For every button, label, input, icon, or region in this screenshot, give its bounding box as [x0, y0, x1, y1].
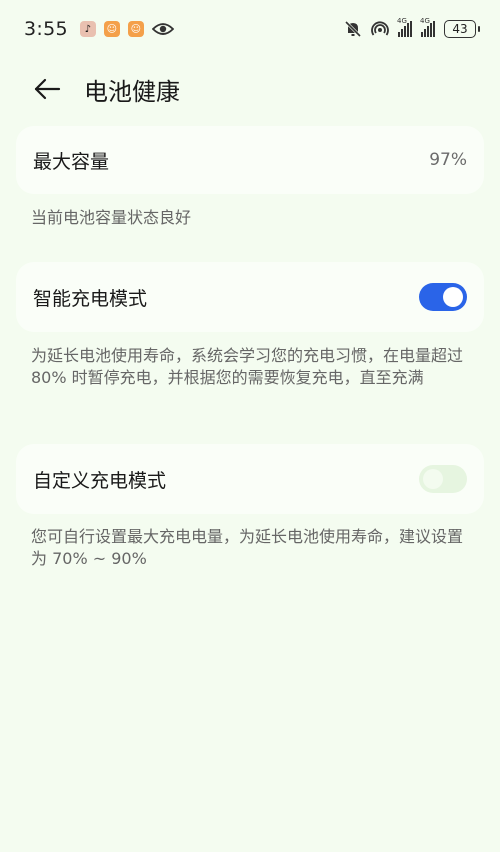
status-bar: 3:55 ♪ ☺ ☺ 4G 4G 43: [0, 0, 500, 58]
signal-1-label: 4G: [397, 17, 407, 25]
app-notification-icon-2: ☺: [127, 21, 144, 37]
tiktok-app-icon: ♪: [79, 21, 96, 37]
status-time: 3:55: [24, 18, 68, 40]
max-capacity-card: 最大容量 97%: [16, 126, 484, 194]
mute-bell-icon: [344, 20, 362, 38]
signal-2-label: 4G: [420, 17, 430, 25]
notification-icons: ♪ ☺ ☺: [79, 21, 174, 37]
smart-charging-toggle[interactable]: [419, 283, 467, 311]
app-notification-icon: ☺: [103, 21, 120, 37]
smart-charging-card[interactable]: 智能充电模式: [16, 262, 484, 332]
custom-charging-label: 自定义充电模式: [33, 469, 167, 492]
toggle-knob: [443, 287, 463, 307]
eye-icon: [151, 23, 174, 35]
battery-icon: 43: [444, 20, 480, 38]
smart-charging-label: 智能充电模式: [33, 287, 148, 310]
status-right: 4G 4G 43: [344, 17, 480, 38]
back-button[interactable]: [30, 72, 64, 106]
hotspot-icon: [371, 21, 389, 36]
custom-charging-description: 您可自行设置最大充电电量，为延长电池使用寿命，建议设置为 70% ~ 90%: [31, 527, 464, 568]
page-title: 电池健康: [84, 78, 180, 106]
signal-strength-icon-2: 4G: [420, 17, 435, 37]
toggle-knob: [423, 469, 443, 489]
max-capacity-label: 最大容量: [33, 150, 110, 173]
max-capacity-value: 97%: [429, 150, 467, 170]
custom-charging-toggle[interactable]: [419, 465, 467, 493]
smart-charging-description: 为延长电池使用寿命，系统会学习您的充电习惯，在电量超过 80% 时暂停充电，并根…: [31, 346, 464, 387]
signal-strength-icon: 4G: [397, 17, 412, 37]
max-capacity-description: 当前电池容量状态良好: [31, 208, 192, 227]
custom-charging-card[interactable]: 自定义充电模式: [16, 444, 484, 514]
header: 电池健康: [0, 58, 500, 120]
back-arrow-icon: [34, 78, 61, 100]
